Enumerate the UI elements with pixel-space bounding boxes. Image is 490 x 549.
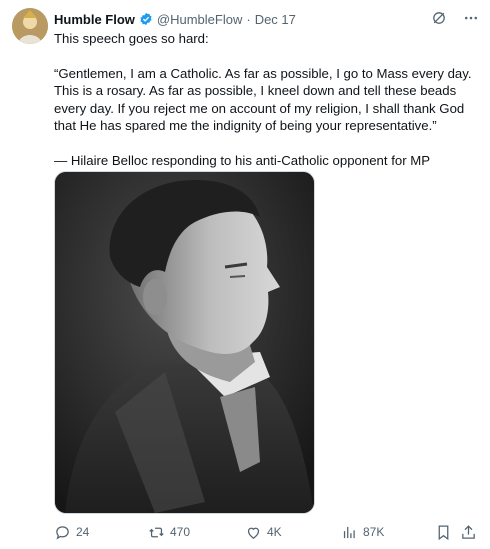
grok-icon[interactable] [430,9,448,27]
heart-icon [247,527,260,539]
post-quote: “Gentlemen, I am a Catholic. As far as p… [54,65,472,134]
bookmark-icon [438,524,449,540]
top-actions [430,9,480,27]
reply-count: 24 [76,525,90,539]
author-name[interactable]: Humble Flow [54,12,135,27]
author-handle[interactable]: @HumbleFlow [157,12,242,27]
repost-icon [149,527,164,537]
post-date[interactable]: Dec 17 [255,12,296,27]
more-icon[interactable] [462,9,480,27]
action-bar: 24 470 4K 87K [54,522,480,542]
share-button[interactable] [460,524,477,541]
reply-button[interactable]: 24 [54,524,89,541]
post-text: This speech goes so hard: “Gentlemen, I … [54,30,474,169]
share-icon [462,524,475,539]
post-intro: This speech goes so hard: [54,31,209,46]
reply-icon [56,525,69,540]
views-button[interactable]: 87K [341,524,384,541]
bookmark-button[interactable] [435,524,452,541]
verified-badge-icon [139,12,153,26]
avatar[interactable] [12,8,48,44]
repost-button[interactable]: 470 [148,524,190,541]
views-count: 87K [363,525,385,539]
separator-dot: · [246,11,251,27]
post-header: Humble Flow @HumbleFlow · Dec 17 [54,10,430,28]
like-count: 4K [267,525,282,539]
post-attribution: — Hilaire Belloc responding to his anti-… [54,152,431,168]
post-photo[interactable] [54,171,315,514]
repost-count: 470 [170,525,191,539]
views-icon [343,526,355,538]
like-button[interactable]: 4K [245,524,282,541]
